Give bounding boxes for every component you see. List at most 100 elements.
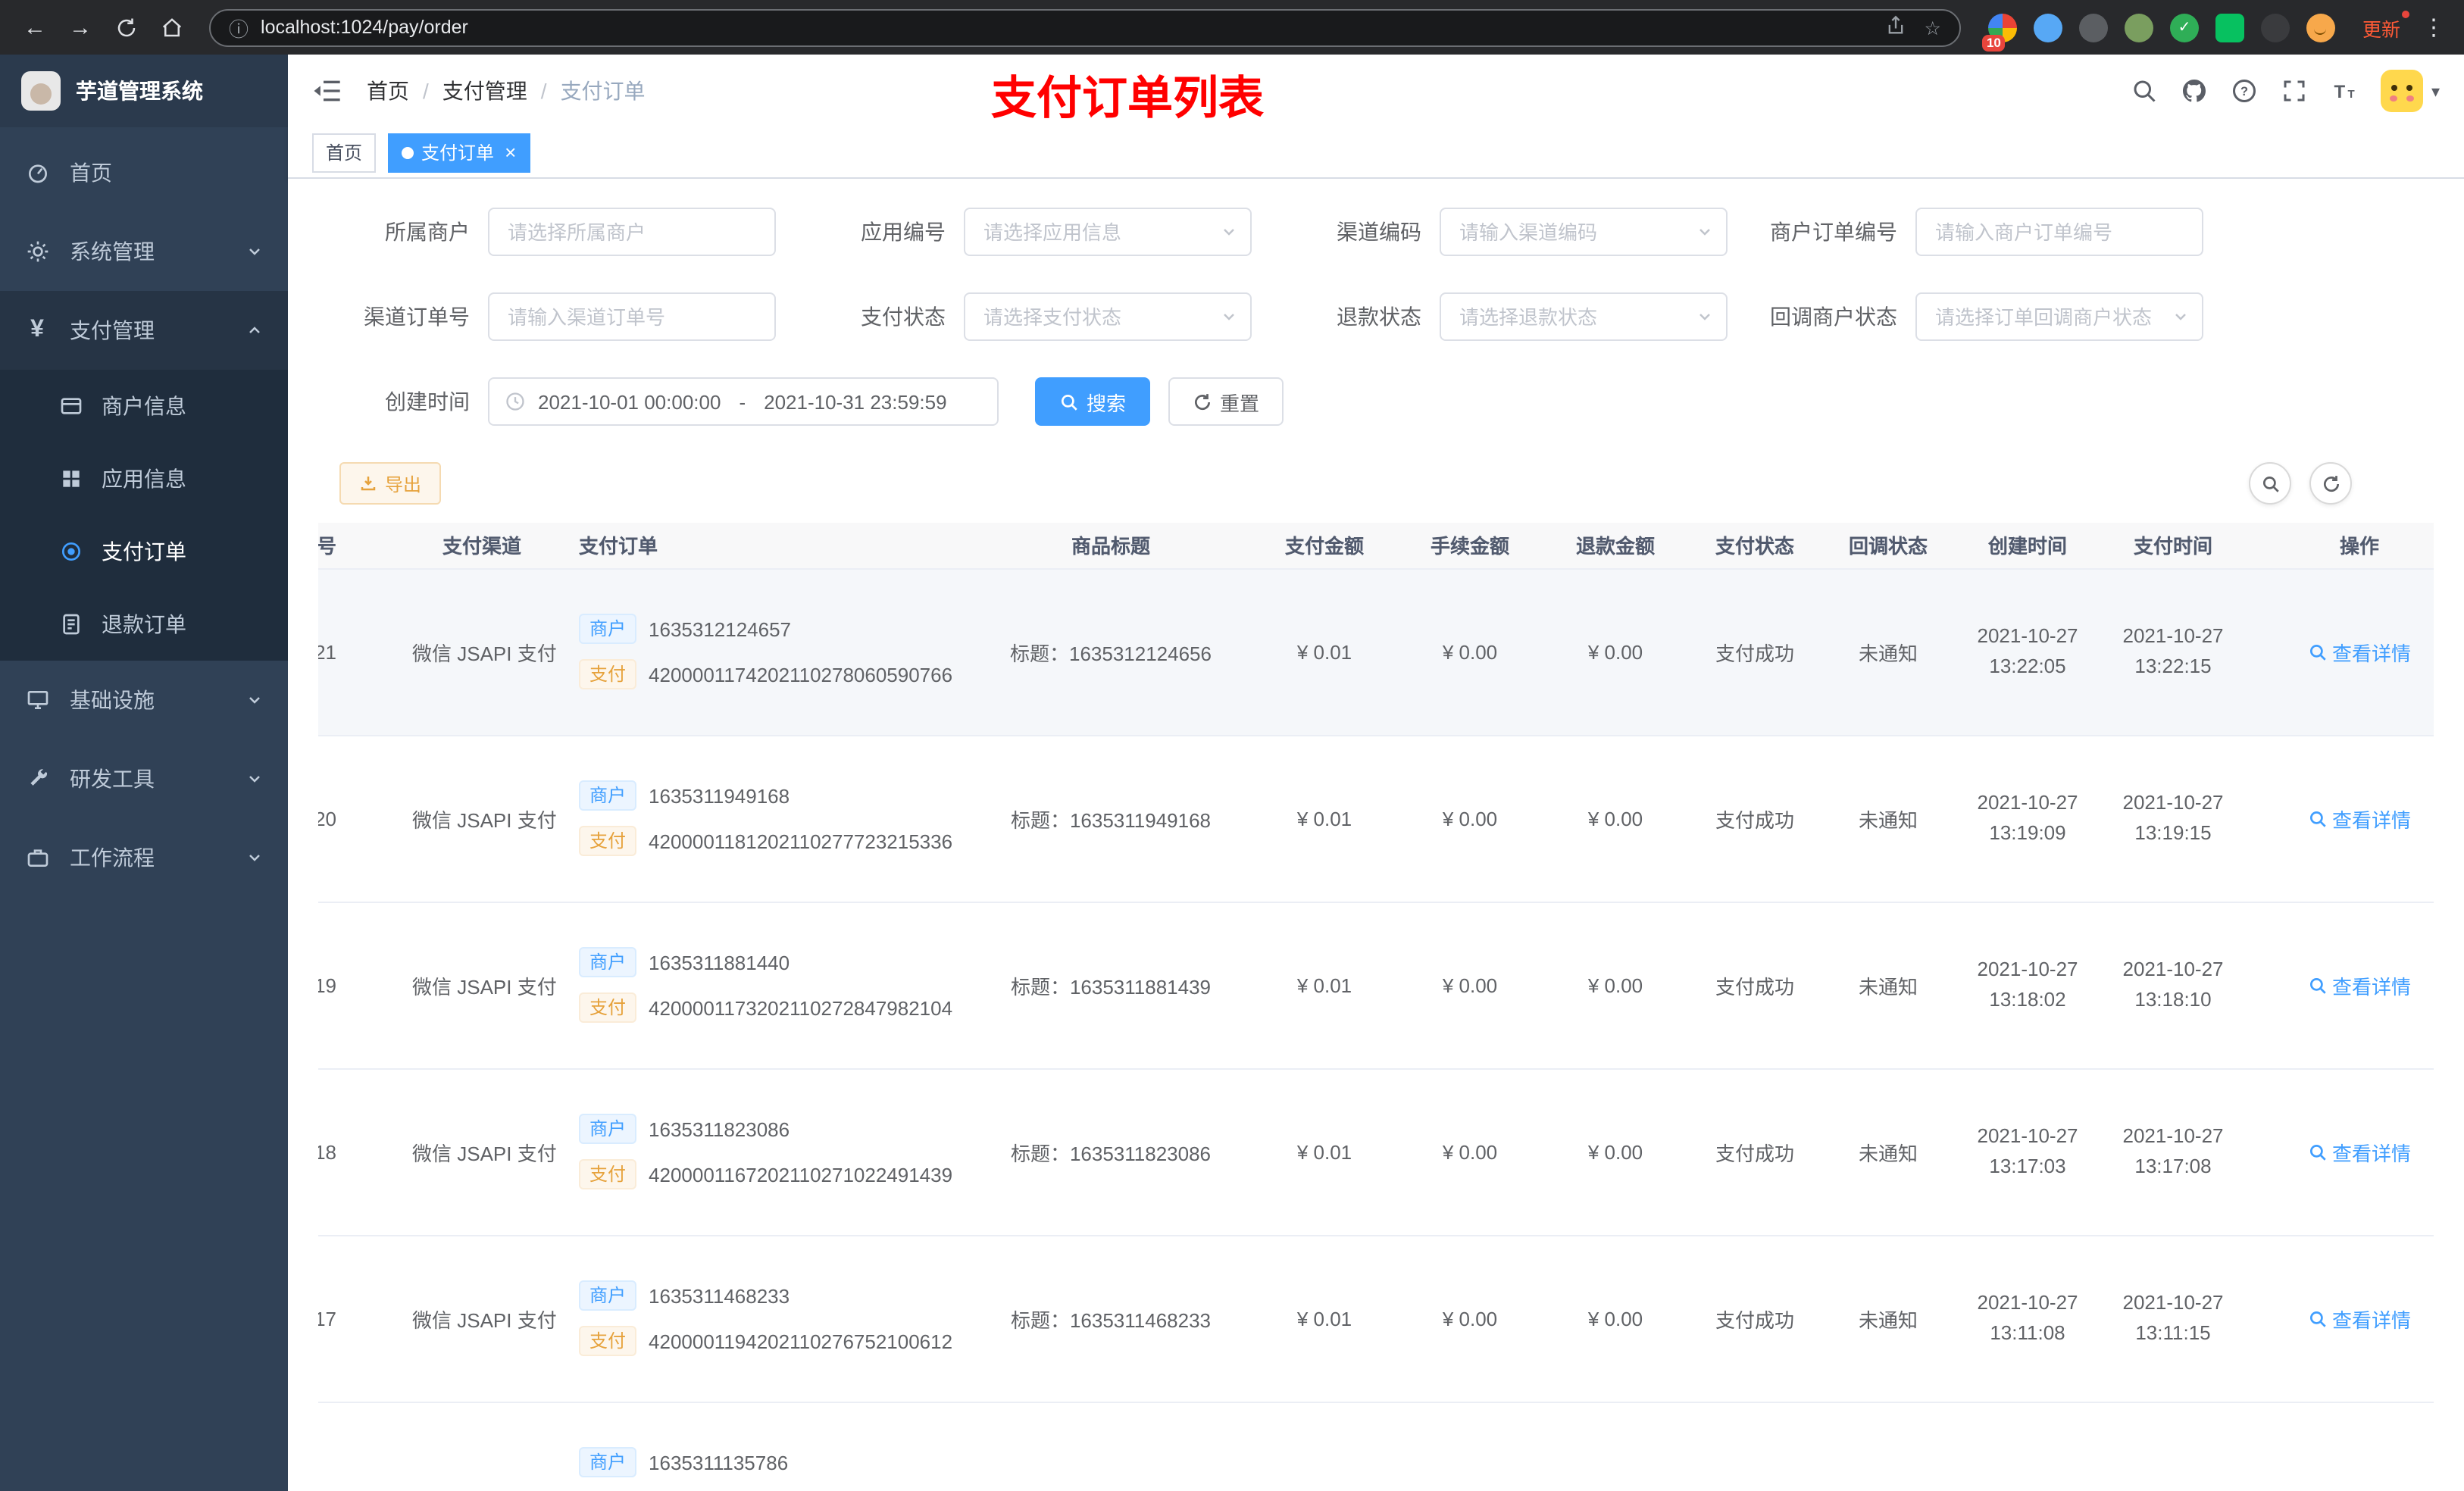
pay-tag: 支付 [579, 659, 637, 689]
share-icon[interactable] [1885, 14, 1906, 40]
field-label: 渠道编码 [1337, 220, 1421, 244]
create-time: 13:17:03 [1989, 1155, 2066, 1177]
view-detail-link[interactable]: 查看详情 [2308, 637, 2411, 666]
user-menu[interactable]: ▾ [2381, 70, 2440, 112]
search-icon[interactable] [2131, 77, 2159, 105]
browser-update-button[interactable]: 更新 [2362, 10, 2410, 42]
sidebar-item-merchant-info[interactable]: 商户信息 [0, 370, 288, 442]
fullscreen-icon[interactable] [2281, 77, 2309, 105]
help-icon[interactable]: ? [2231, 77, 2259, 105]
cell-pay-time: 2021-10-27 13:22:15 [2100, 568, 2246, 736]
font-size-icon[interactable]: TT [2331, 77, 2359, 105]
view-detail-link[interactable]: 查看详情 [2308, 971, 2411, 999]
merchant-order-no: 1635311823086 [649, 1117, 790, 1140]
cell-actions: 查看详情 [2246, 735, 2434, 902]
address-bar[interactable]: ⓘ localhost:1024/pay/order ☆ [209, 8, 1961, 46]
wechat-devtools-icon[interactable] [2215, 13, 2244, 42]
sidebar-item-label: 系统管理 [70, 239, 155, 264]
cell-pay-order: 商户 1635311949168 支付 42000011812021102777… [561, 735, 970, 902]
cell-title [970, 1402, 1252, 1491]
merchant-order-no-input[interactable] [1915, 208, 2203, 256]
hamburger-icon[interactable] [312, 76, 342, 106]
bookmark-star-icon[interactable]: ☆ [1925, 16, 1941, 39]
drop-extension-icon[interactable] [2033, 13, 2062, 42]
merchant-order-line: 商户 1635311468233 [579, 1279, 961, 1312]
create-date: 2021-10-27 [1977, 791, 2078, 814]
colorful-extension-icon[interactable]: 10 [1981, 13, 2017, 51]
close-icon[interactable]: × [505, 142, 516, 162]
green-extension-icon[interactable] [2124, 13, 2153, 42]
sidebar-item-devtools[interactable]: 研发工具 [0, 739, 288, 818]
puzzle-extension-icon[interactable] [2260, 13, 2290, 42]
logo-avatar [21, 71, 61, 111]
document-icon [58, 611, 83, 637]
view-detail-link[interactable]: 查看详情 [2308, 1137, 2411, 1166]
target-icon [58, 539, 83, 564]
sidebar-item-infra[interactable]: 基础设施 [0, 661, 288, 739]
view-detail-link[interactable]: 查看详情 [2308, 804, 2411, 833]
sidebar-item-payment[interactable]: ¥ 支付管理 [0, 291, 288, 370]
sidebar-item-system[interactable]: 系统管理 [0, 212, 288, 291]
yen-icon: ¥ [30, 317, 44, 342]
github-icon[interactable] [2181, 77, 2209, 105]
filter-merchant: 所属商户 [318, 208, 776, 256]
pay-order-line: 支付 4200001173202110272847982104 [579, 991, 961, 1024]
cell-id: 17 [318, 1235, 403, 1402]
sidebar-item-app-info[interactable]: 应用信息 [0, 442, 288, 515]
breadcrumb-home[interactable]: 首页 [367, 76, 409, 106]
cell-pay-order: 商户 1635311823086 支付 42000011672021102710… [561, 1068, 970, 1236]
cell-amount: ¥ 0.01 [1252, 902, 1397, 1069]
screen: ← → ⓘ localhost:1024/pay/order ☆ 10 ✓ 更新… [0, 0, 2464, 1491]
annotation-title: 支付订单列表 [991, 74, 1264, 124]
sidebar-item-home[interactable]: 首页 [0, 133, 288, 212]
merchant-tag: 商户 [579, 1280, 637, 1311]
col-notify-status: 回调状态 [1821, 523, 1955, 569]
filter-channel-order-no: 渠道订单号 [318, 292, 776, 341]
main-area: 首页 / 支付管理 / 支付订单 支付订单列表 ? T T ▾ 首页 支付订单 … [288, 55, 2464, 1491]
cell-actions [2246, 1402, 2434, 1491]
refund-status-select[interactable] [1440, 292, 1728, 341]
export-button[interactable]: 导出 [339, 462, 442, 505]
app-id-select[interactable] [964, 208, 1252, 256]
avatar[interactable] [2381, 70, 2424, 112]
breadcrumb-payment[interactable]: 支付管理 [442, 76, 527, 106]
logo[interactable]: 芋道管理系统 [0, 55, 288, 127]
merchant-input[interactable] [488, 208, 776, 256]
pay-status-select[interactable] [964, 292, 1252, 341]
notify-status-select[interactable] [1915, 292, 2203, 341]
tab-home[interactable]: 首页 [312, 133, 377, 172]
wrench-icon [24, 766, 50, 792]
refresh-button[interactable] [2309, 462, 2352, 505]
sidebar-item-refund-order[interactable]: 退款订单 [0, 588, 288, 661]
filter-row-2: 渠道订单号 支付状态 退款状态 回调商户状态 [318, 292, 2434, 341]
page-content: 所属商户 应用编号 渠道编码 商户订单编号 [288, 179, 2464, 1491]
site-info-icon[interactable]: ⓘ [229, 13, 249, 42]
cell-title: 标题：1635311949168 [970, 735, 1252, 902]
date-range-picker[interactable]: 2021-10-01 00:00:00 - 2021-10-31 23:59:5… [488, 377, 999, 426]
home-icon[interactable] [152, 8, 191, 47]
cell-amount: ¥ 0.01 [1252, 568, 1397, 736]
browser-menu-icon[interactable]: ⋮ [2419, 14, 2449, 41]
view-detail-link[interactable]: 查看详情 [2308, 1304, 2411, 1333]
show-search-toggle-button[interactable] [2249, 462, 2291, 505]
reset-button[interactable]: 重置 [1168, 377, 1284, 426]
check-extension-icon[interactable]: ✓ [2169, 13, 2199, 42]
forward-icon[interactable]: → [61, 8, 100, 47]
channel-code-select[interactable] [1440, 208, 1728, 256]
search-button[interactable]: 搜索 [1035, 377, 1151, 426]
merchant-order-line: 商户 1635311135786 [579, 1446, 961, 1479]
dark-extension-icon[interactable] [2078, 13, 2108, 42]
reload-icon[interactable] [106, 8, 145, 47]
cell-create-time: 2021-10-27 13:11:08 [1955, 1235, 2100, 1402]
back-icon[interactable]: ← [15, 8, 55, 47]
cell-channel: 微信 JSAPI 支付 [403, 568, 561, 736]
cell-channel: 微信 JSAPI 支付 [403, 735, 561, 902]
sidebar-item-workflow[interactable]: 工作流程 [0, 818, 288, 897]
channel-order-no-input[interactable] [488, 292, 776, 341]
emoji-extension-icon[interactable] [2306, 13, 2335, 42]
cell-fee [1397, 1402, 1543, 1491]
tab-pay-order[interactable]: 支付订单 × [388, 133, 530, 172]
col-id: 编号 [318, 523, 403, 569]
sidebar-item-pay-order[interactable]: 支付订单 [0, 515, 288, 588]
view-detail-label: 查看详情 [2331, 975, 2411, 998]
